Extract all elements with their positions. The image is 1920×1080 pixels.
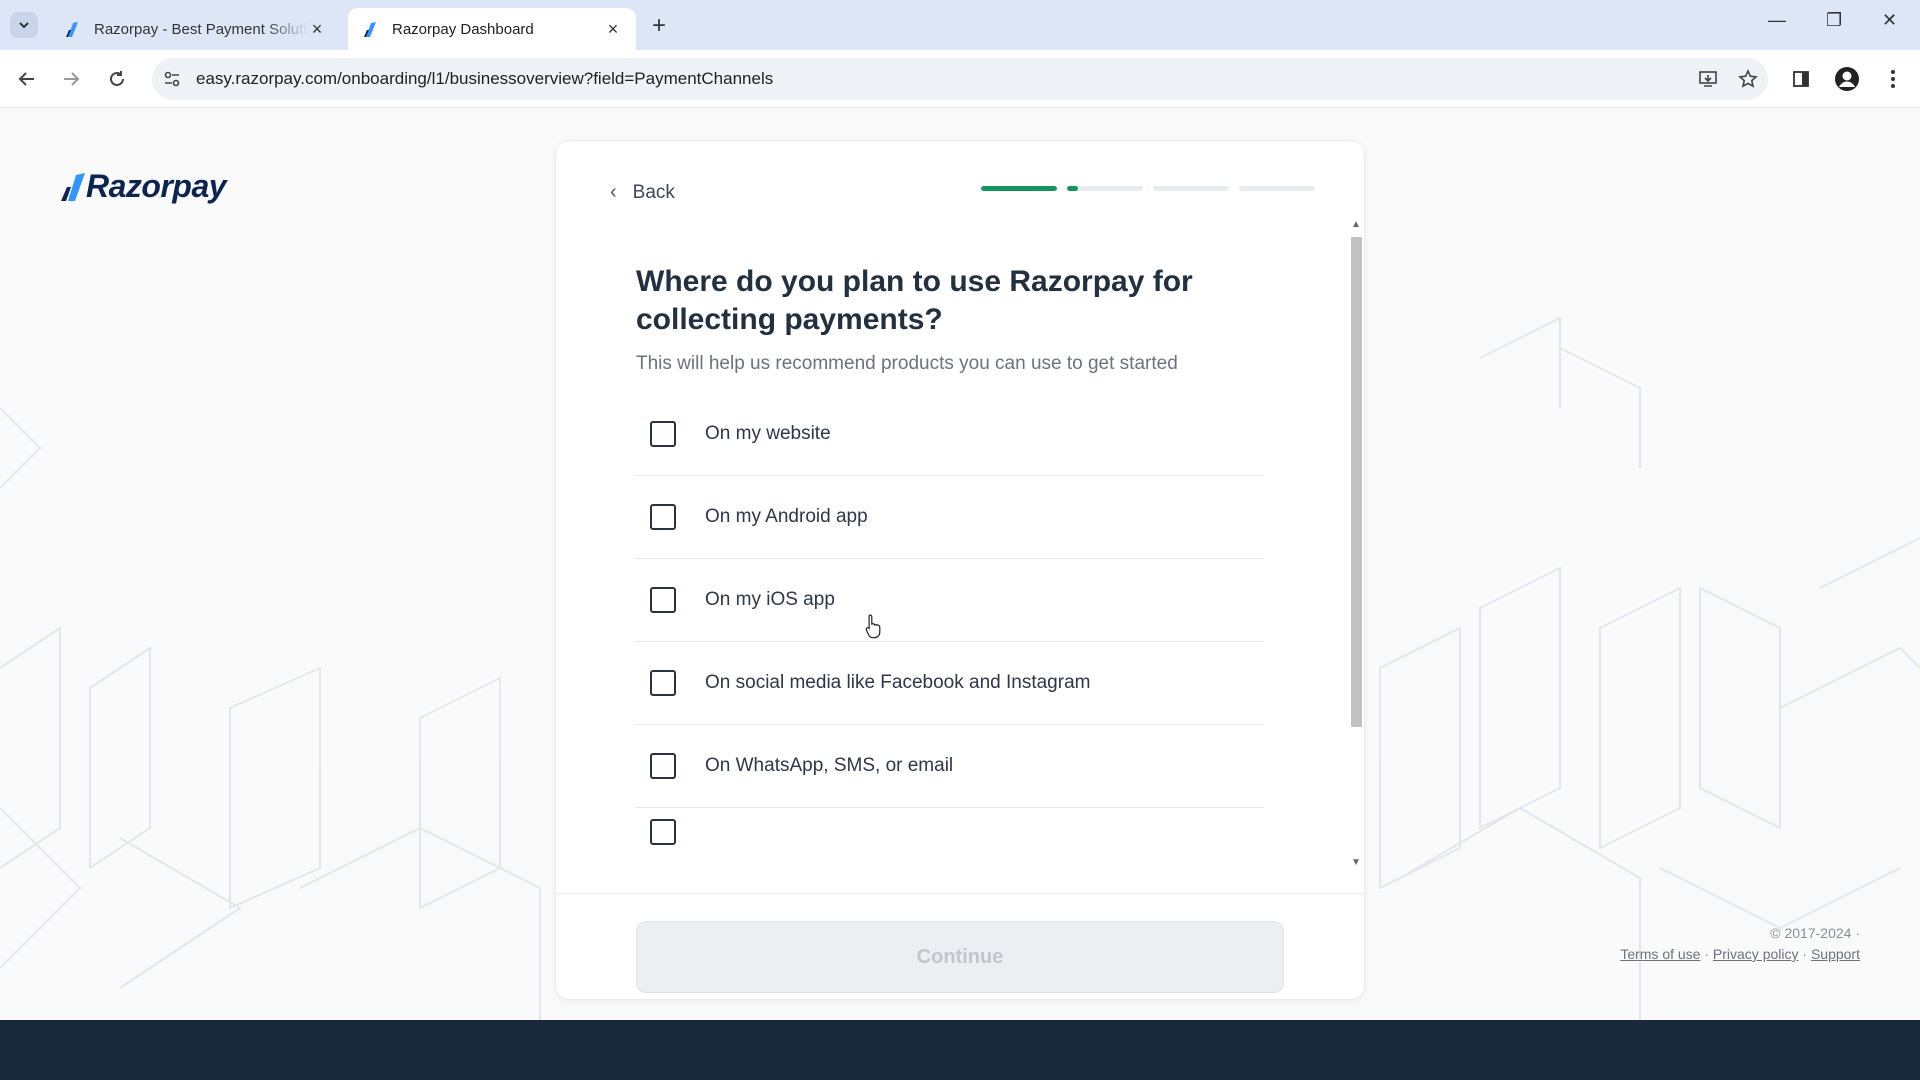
scrollbar[interactable]: ▲ ▼ (1348, 221, 1364, 871)
options-list: On my website On my Android app On my iO… (636, 393, 1264, 845)
browser-tab-bar: Razorpay - Best Payment Soluti × Razorpa… (0, 0, 1920, 50)
copyright-text: © 2017-2024 · (1770, 925, 1860, 941)
back-button[interactable]: ‹ Back (610, 181, 675, 204)
back-arrow-icon[interactable] (12, 64, 42, 94)
option-android-app[interactable]: On my Android app (636, 476, 1264, 559)
option-partially-visible[interactable] (636, 808, 1264, 845)
url-text: easy.razorpay.com/onboarding/l1/business… (196, 69, 774, 88)
close-icon[interactable]: × (604, 19, 622, 40)
option-ios-app[interactable]: On my iOS app (636, 559, 1264, 642)
checkbox[interactable] (650, 587, 676, 613)
profile-avatar-icon[interactable] (1832, 64, 1862, 94)
mouse-pointer-hand-icon (865, 614, 881, 639)
tab-razorpay-dashboard[interactable]: Razorpay Dashboard × (348, 8, 636, 50)
tab-razorpay-home[interactable]: Razorpay - Best Payment Soluti × (50, 8, 340, 50)
scrollbar-thumb[interactable] (1351, 237, 1362, 727)
tab-title: Razorpay Dashboard (392, 20, 534, 38)
reload-icon[interactable] (102, 64, 132, 94)
onboarding-card: ‹ Back Where do you plan to use Razorpay… (555, 140, 1366, 1000)
new-tab-icon[interactable]: + (652, 12, 666, 40)
option-label: On my Android app (705, 506, 868, 527)
option-label: On social media like Facebook and Instag… (705, 672, 1091, 693)
razorpay-favicon (364, 22, 376, 37)
divider (556, 893, 1366, 894)
more-menu-icon[interactable] (1878, 64, 1908, 94)
razorpay-favicon (66, 22, 78, 37)
forward-arrow-icon[interactable] (56, 64, 86, 94)
question-scroll-area[interactable]: Where do you plan to use Razorpay for co… (556, 221, 1366, 893)
close-icon[interactable]: × (308, 19, 326, 40)
tab-title: Razorpay - Best Payment Soluti (94, 20, 307, 38)
restore-icon[interactable]: ❐ (1826, 10, 1842, 31)
question-subtitle: This will help us recommend products you… (636, 353, 1178, 374)
install-app-icon[interactable] (1688, 69, 1728, 89)
address-bar[interactable]: easy.razorpay.com/onboarding/l1/business… (152, 58, 1768, 100)
back-label: Back (632, 181, 675, 203)
progress-indicator (981, 186, 1315, 191)
window-close-icon[interactable]: ✕ (1882, 10, 1897, 31)
continue-button[interactable]: Continue (636, 921, 1284, 993)
chevron-down-icon (19, 22, 29, 29)
question-title: Where do you plan to use Razorpay for co… (636, 265, 1193, 336)
logo-text: Razorpay (86, 168, 227, 204)
legal-footer: © 2017-2024 · Terms of use · Privacy pol… (1620, 925, 1860, 962)
browser-toolbar: easy.razorpay.com/onboarding/l1/business… (0, 50, 1920, 108)
razorpay-logo-mark-icon (61, 172, 85, 201)
terms-link[interactable]: Terms of use (1620, 946, 1700, 962)
scroll-up-icon[interactable]: ▲ (1351, 221, 1361, 230)
progress-step (981, 186, 1057, 191)
progress-step (1239, 186, 1315, 191)
site-settings-icon[interactable] (152, 70, 192, 88)
minimize-icon[interactable]: — (1768, 10, 1786, 31)
page-background: Razorpay ‹ Back Where do you plan to use… (0, 108, 1920, 1020)
checkbox[interactable] (650, 819, 676, 845)
checkbox[interactable] (650, 670, 676, 696)
checkbox[interactable] (650, 421, 676, 447)
progress-step (1153, 186, 1229, 191)
option-label: On WhatsApp, SMS, or email (705, 755, 954, 776)
progress-step (1067, 186, 1143, 191)
option-whatsapp-sms-email[interactable]: On WhatsApp, SMS, or email (636, 725, 1264, 808)
option-website[interactable]: On my website (636, 393, 1264, 476)
option-label: On my iOS app (705, 589, 835, 610)
side-panel-icon[interactable] (1786, 64, 1816, 94)
footer-band (0, 1020, 1920, 1080)
checkbox[interactable] (650, 753, 676, 779)
bookmark-star-icon[interactable] (1728, 69, 1768, 89)
scroll-fade (556, 853, 1346, 893)
support-link[interactable]: Support (1811, 946, 1860, 962)
razorpay-logo: Razorpay (60, 168, 227, 205)
checkbox[interactable] (650, 504, 676, 530)
option-label: On my website (705, 423, 831, 444)
tab-search-button[interactable] (10, 12, 38, 38)
privacy-link[interactable]: Privacy policy (1713, 946, 1799, 962)
scroll-down-icon[interactable]: ▼ (1351, 857, 1361, 868)
chevron-left-icon: ‹ (610, 181, 617, 203)
option-social-media[interactable]: On social media like Facebook and Instag… (636, 642, 1264, 725)
